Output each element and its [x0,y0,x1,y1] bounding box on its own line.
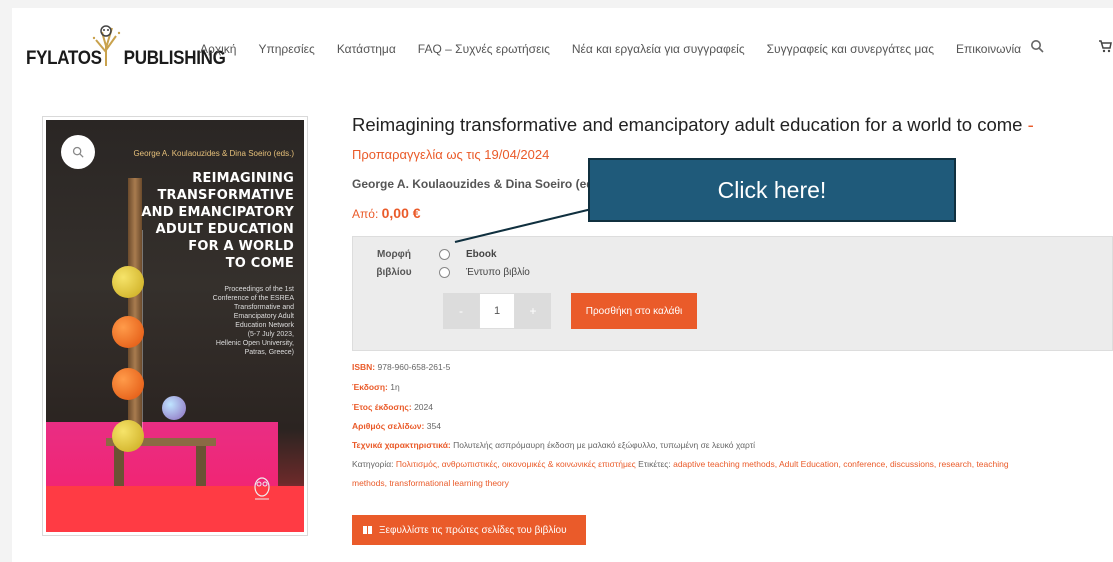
qty-minus-button[interactable]: - [443,293,479,329]
book-open-icon [363,526,372,534]
publisher-owl-icon [254,477,270,500]
book-cover-image[interactable]: George A. Koulaouzides & Dina Soeiro (ed… [46,120,304,532]
ebook-label: Ebook [466,249,497,260]
yellow-ball [112,266,144,298]
preorder-notice: Προπαραγγελία ως τις 19/04/2024 [352,147,550,162]
preview-pages-button[interactable]: Ξεφυλλίστε τις πρώτες σελίδες του βιβλίο… [352,515,586,545]
tags-links[interactable]: adaptive teaching methods, Adult Educati… [673,459,1008,469]
main-nav: Αρχική Υπηρεσίες Κατάστημα FAQ – Συχνές … [200,42,1043,56]
option-print[interactable]: Έντυπο βιβλίο [439,267,530,278]
nav-home[interactable]: Αρχική [200,42,236,56]
cover-authors: George A. Koulaouzides & Dina Soeiro (ed… [133,149,294,158]
quantity-stepper: - 1 + [443,293,551,329]
variation-form: Μορφή βιβλίου Ebook Έντυπο βιβλίο - 1 + … [352,236,1113,351]
logo-text-left: FYLATOS [26,46,102,69]
product-authors: George A. Koulaouzides & Dina Soeiro (ed… [352,177,608,191]
nav-authors[interactable]: Συγγραφείς και συνεργάτες μας [767,42,934,56]
option-ebook[interactable]: Ebook [439,249,497,260]
yellow-ball [112,420,144,452]
category-link[interactable]: Πολιτισμός, ανθρωπιστικές, οικονομικές &… [396,459,636,469]
nav-contact[interactable]: Επικοινωνία [956,42,1021,56]
content-area: FYLATOS PUBLISHING Αρχική Υπηρεσίες Κατάσ… [12,8,1113,562]
print-label: Έντυπο βιβλίο [466,267,530,278]
meta-isbn: ISBN: 978-960-658-261-5 [352,362,451,372]
meta-pages: Αριθμός σελίδων: 354 [352,421,441,431]
cart-icon[interactable] [1098,39,1112,53]
print-radio[interactable] [439,267,450,278]
cover-subtitle: Proceedings of the 1st Conference of the… [212,286,294,356]
page: FYLATOS PUBLISHING Αρχική Υπηρεσίες Κατάσ… [0,0,1113,562]
search-icon[interactable] [1030,39,1044,53]
nav-shop[interactable]: Κατάστημα [337,42,396,56]
meta-categories: Κατηγορία: Πολιτισμός, ανθρωπιστικές, οι… [352,459,1009,469]
orange-ball [112,368,144,400]
zoom-button[interactable] [61,135,95,169]
nav-news[interactable]: Νέα και εργαλεία για συγγραφείς [572,42,745,56]
product-price: Από: 0,00 € [352,205,421,221]
tags-links-cont[interactable]: methods, transformational learning theor… [352,478,509,488]
product-image-frame: George A. Koulaouzides & Dina Soeiro (ed… [42,116,308,536]
pastel-ball [162,396,186,420]
nav-faq[interactable]: FAQ – Συχνές ερωτήσεις [418,42,550,56]
meta-edition: Έκδοση: 1η [352,382,400,392]
add-to-cart-button[interactable]: Προσθήκη στο καλάθι [571,293,697,329]
qty-plus-button[interactable]: + [515,293,551,329]
site-logo[interactable]: FYLATOS PUBLISHING [26,22,226,72]
click-here-callout: Click here! [588,158,956,222]
orange-ball [112,316,144,348]
meta-tags-cont: methods, transformational learning theor… [352,478,509,488]
product-title: Reimagining transformative and emancipat… [352,114,1034,135]
nav-services[interactable]: Υπηρεσίες [258,42,314,56]
magnifier-icon [72,146,84,158]
meta-year: Έτος έκδοσης: 2024 [352,402,433,412]
ebook-radio[interactable] [439,249,450,260]
format-label: Μορφή βιβλίου [376,249,412,278]
qty-input[interactable]: 1 [479,293,515,329]
cover-title: REIMAGINING TRANSFORMATIVE AND EMANCIPAT… [141,171,294,271]
meta-tech: Τεχνικά χαρακτηριστικά: Πολυτελής ασπρόμ… [352,440,755,450]
